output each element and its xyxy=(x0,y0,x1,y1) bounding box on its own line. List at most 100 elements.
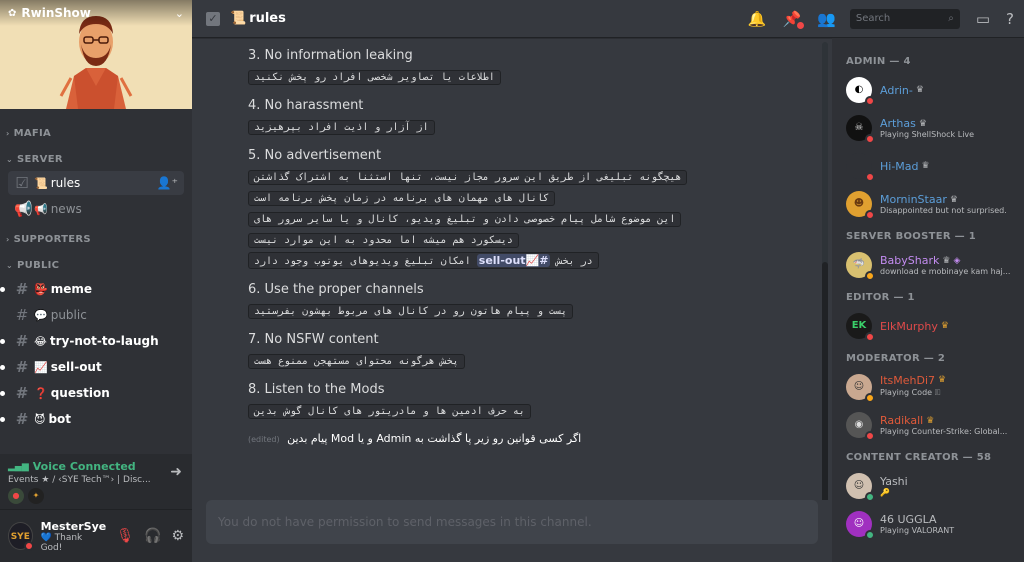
help-icon[interactable]: ? xyxy=(1006,10,1014,28)
category-server[interactable]: ⌄ SERVER xyxy=(6,151,192,167)
rule-8: 8. Listen to the Mods به حرف ادمین ها و … xyxy=(248,382,772,420)
member-yashi[interactable]: ☺ Yashi 🔑 xyxy=(840,467,1024,505)
boost-icon: ◈ xyxy=(953,255,961,266)
rule-4: 4. No harassment از آزار و اذیت افراد بپ… xyxy=(248,98,772,136)
channel-emoji: 📜 xyxy=(230,11,247,26)
disconnect-icon[interactable]: ➜ xyxy=(170,464,182,480)
category-mafia[interactable]: › MAFIA xyxy=(6,125,192,141)
category-public[interactable]: ⌄ PUBLIC xyxy=(6,257,192,273)
channel-emoji: 😈 xyxy=(34,412,46,426)
mute-mic-icon[interactable]: 🎙 xyxy=(116,528,134,544)
channel-header: ✓ 📜 rules 🔔 📌 👥 Search ⌕ ▭ ? xyxy=(192,0,1024,38)
edited-label: (edited) xyxy=(248,435,280,444)
dnd-status-icon xyxy=(865,210,875,220)
member-activity: Playing VALORANT xyxy=(880,526,955,535)
channel-emoji: 😂 xyxy=(34,334,47,348)
member-name: Hi-Mad ♛ xyxy=(880,160,930,173)
rules-channel-icon: ✓ xyxy=(206,11,220,26)
member-elkmurphy[interactable]: EK ElkMurphy ♛ xyxy=(840,307,1024,345)
category-supporters[interactable]: › SUPPORTERS xyxy=(6,231,192,247)
header-toolbar: 🔔 📌 👥 Search ⌕ ▭ ? xyxy=(732,8,1014,29)
scrollbar-thumb[interactable] xyxy=(822,262,828,500)
channel-name: bot xyxy=(48,412,72,426)
chevron-down-icon: ⌄ xyxy=(6,154,14,164)
search-input[interactable]: Search ⌕ xyxy=(849,8,960,29)
member-name-text: Yashi xyxy=(880,475,908,488)
crown-icon: ♛ xyxy=(915,85,924,95)
search-icon: ⌕ xyxy=(948,13,954,24)
custom-status: 💙 Thank God! xyxy=(40,532,83,553)
message-composer: You do not have permission to send messa… xyxy=(206,500,818,544)
server-header[interactable]: ✿ RwinShow ⌄ xyxy=(0,0,192,26)
rule-title: 7. No NSFW content xyxy=(248,332,379,347)
voice-channel-path[interactable]: Events ★ / ‹SYE Tech™› | Disc... xyxy=(8,475,158,485)
channel-sidebar: ✿ RwinShow ⌄ › MAFIA ⌄ SERVER ☑ 📜 rules 👤⁺… xyxy=(0,0,192,562)
channel-bot[interactable]: # 😈 bot xyxy=(0,407,184,431)
participant-avatar[interactable]: ✦ xyxy=(28,488,44,504)
participant-avatar[interactable]: ● xyxy=(8,488,24,504)
channel-sell-out[interactable]: # 📈 sell-out xyxy=(0,355,184,379)
bell-icon[interactable]: 🔔 xyxy=(748,10,767,28)
channel-public[interactable]: # 💬 public xyxy=(8,303,184,327)
rule-title: 3. No information leaking xyxy=(248,48,413,63)
channel-try-not-to-laugh[interactable]: # 😂 try-not-to-laugh xyxy=(0,329,184,353)
channel-rules[interactable]: ☑ 📜 rules 👤⁺ xyxy=(8,171,184,195)
channel-news[interactable]: 📢 📢 news xyxy=(8,197,184,221)
dnd-status-icon xyxy=(865,332,875,342)
member-hi-mad[interactable]: Hi-Mad ♛ xyxy=(840,147,1024,185)
member-activity: 🔑 xyxy=(880,488,890,497)
member-name: Yashi xyxy=(880,475,1018,488)
rule-text-line: هیچگونه تبلیغی از طریق این سرور مجاز نیس… xyxy=(248,170,688,185)
avatar: ☺ xyxy=(846,511,875,540)
pin-icon[interactable]: 📌 xyxy=(782,10,805,29)
content-area: 3. No information leaking اطلاعات یا تصا… xyxy=(192,38,1024,562)
channel-name: question xyxy=(50,386,110,400)
member-babyshark[interactable]: 🦈 BabyShark ♛ ◈ download e mobinaye kam haj… xyxy=(840,246,1024,284)
user-avatar[interactable]: SYE xyxy=(8,522,34,551)
channel-name: news xyxy=(50,202,82,216)
message-list[interactable]: 3. No information leaking اطلاعات یا تصا… xyxy=(192,38,832,500)
unread-dot xyxy=(0,416,5,422)
inbox-icon[interactable]: ▭ xyxy=(976,10,990,28)
voice-status[interactable]: ▂▄▆ Voice Connected xyxy=(8,460,184,473)
dnd-status-icon xyxy=(865,431,875,441)
avatar xyxy=(846,153,875,182)
avatar: ☠ xyxy=(846,115,875,144)
channel-emoji: 📈 xyxy=(34,360,48,374)
channel-emoji: ❓ xyxy=(34,386,48,400)
message-scrollbar[interactable] xyxy=(822,42,828,500)
gear-icon[interactable]: ⚙ xyxy=(171,528,184,544)
members-icon[interactable]: 👥 xyxy=(817,10,836,28)
headphones-icon[interactable]: 🎧 xyxy=(144,528,161,544)
member-list: ADMIN — 4 ◐ Adrin- ♛ ☠ Arthas ♛ Playing She… xyxy=(832,38,1024,562)
server-banner[interactable]: ✿ RwinShow ⌄ xyxy=(0,0,192,109)
hash-icon: # xyxy=(15,306,29,324)
invite-member-icon[interactable]: 👤⁺ xyxy=(157,176,178,190)
member-adrin[interactable]: ◐ Adrin- ♛ xyxy=(840,71,1024,109)
member-arthas[interactable]: ☠ Arthas ♛ Playing ShellShock Live xyxy=(840,109,1024,147)
member-radikall[interactable]: ◉ Radikall ♛ Playing Counter-Strike: Globa… xyxy=(840,406,1024,444)
member-itsmehdi7[interactable]: ☺ ItsMehDi7 ♛ Playing Code 🗉 xyxy=(840,368,1024,406)
unread-dot xyxy=(0,364,5,370)
user-info[interactable]: MesterSye 💙 Thank God! xyxy=(41,520,107,553)
online-status-icon xyxy=(865,492,875,502)
dnd-status-icon xyxy=(865,134,875,144)
channel-name: public xyxy=(50,308,87,322)
crown-icon: ♛ xyxy=(942,255,951,266)
role-header-content-creator: CONTENT CREATOR — 58 xyxy=(846,452,992,463)
channel-mention[interactable]: #📈sell-out xyxy=(476,254,551,267)
dnd-status-icon xyxy=(23,541,34,551)
channel-meme[interactable]: # 👺 meme xyxy=(0,277,184,301)
hash-icon: # xyxy=(15,358,29,376)
channel-question[interactable]: # ❓ question xyxy=(0,381,184,405)
rule-text: از آزار و اذیت افراد بپرهیزید xyxy=(248,120,435,135)
channel-emoji: 👺 xyxy=(34,282,48,296)
member-morninstaar[interactable]: ☻ MorninStaar ♛ Disappointed but not surpr… xyxy=(840,185,1024,223)
chevron-down-icon[interactable]: ⌄ xyxy=(175,7,184,20)
channel-emoji: 📜 xyxy=(34,176,48,190)
member-name-text: 46 UGGLA xyxy=(880,513,937,526)
member-46-uggla[interactable]: ☺ 46 UGGLA Playing VALORANT xyxy=(840,505,1024,543)
server-name: RwinShow xyxy=(21,6,91,20)
rule-5: 5. No advertisement هیچگونه تبلیغی از طر… xyxy=(248,148,772,270)
final-note: اگر کسی قوانین رو زیر پا گذاشت به Admin … xyxy=(248,432,772,445)
